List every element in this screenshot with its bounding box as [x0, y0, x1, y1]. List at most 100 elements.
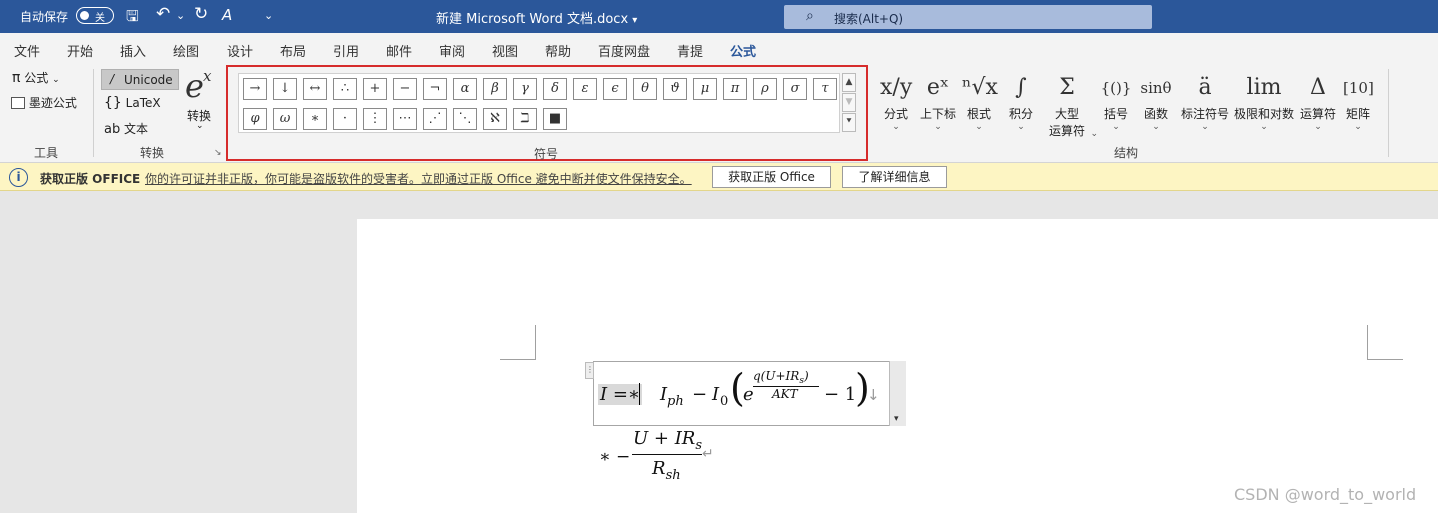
matrix-button[interactable]: [10] 矩阵 ⌄: [1343, 71, 1374, 132]
bracket-icon: {()}: [1100, 79, 1132, 97]
tab-references[interactable]: 引用: [333, 41, 359, 60]
symbol-button[interactable]: β: [483, 78, 507, 100]
integral-icon: ∫: [1015, 75, 1027, 100]
chevron-down-icon: ⌄: [1112, 122, 1120, 132]
autosave-toggle[interactable]: 关: [76, 7, 114, 24]
symbol-button[interactable]: σ: [783, 78, 807, 100]
symbol-button[interactable]: +: [363, 78, 387, 100]
symbol-button[interactable]: α: [453, 78, 477, 100]
symbol-button[interactable]: ■: [543, 108, 567, 130]
symbol-button[interactable]: −: [393, 78, 417, 100]
tab-review[interactable]: 审阅: [439, 41, 465, 60]
info-message-link[interactable]: 你的许可证并非正版，你可能是盗版软件的受害者。立即通过正版 Office 避免中…: [145, 170, 692, 187]
redo-icon[interactable]: ↻: [194, 4, 208, 24]
symbol-button[interactable]: ⋯: [393, 108, 417, 130]
learn-more-button[interactable]: 了解详细信息: [842, 166, 947, 188]
fraction-denominator: Rsh: [652, 458, 681, 483]
large-operator-button[interactable]: Σ 大型 运算符 ⌄: [1042, 71, 1098, 139]
equation-options[interactable]: ▾: [889, 361, 906, 426]
symbol-button[interactable]: ↔: [303, 78, 327, 100]
integral-button[interactable]: ∫ 积分 ⌄: [1004, 71, 1038, 132]
symbol-button[interactable]: δ: [543, 78, 567, 100]
operator-icon: Δ: [1310, 75, 1326, 100]
symbol-button[interactable]: μ: [693, 78, 717, 100]
unicode-button[interactable]: / Unicode: [101, 69, 179, 90]
radical-icon: ⁿ√x: [962, 75, 998, 100]
symbol-button[interactable]: ρ: [753, 78, 777, 100]
info-title: 获取正版 OFFICE: [40, 172, 141, 186]
script-label: 上下标: [919, 107, 956, 121]
get-genuine-office-button[interactable]: 获取正版 Office: [712, 166, 831, 188]
convert-x-icon: x: [203, 67, 212, 85]
term-iph-sub: ph: [667, 394, 684, 409]
large-operator-icon: Σ: [1059, 75, 1075, 100]
gallery-scroll-up-icon[interactable]: ▲: [842, 73, 856, 92]
dialog-launcher-icon[interactable]: ↘: [214, 148, 222, 158]
tab-file[interactable]: 文件: [14, 41, 40, 60]
gallery-scroll-down-icon[interactable]: ▼: [842, 93, 856, 112]
tab-help[interactable]: 帮助: [545, 41, 571, 60]
tab-design[interactable]: 设计: [227, 41, 253, 60]
symbol-button[interactable]: ω: [273, 108, 297, 130]
symbol-button[interactable]: ℵ: [483, 108, 507, 130]
document-title[interactable]: 新建 Microsoft Word 文档.docx ▾: [436, 8, 637, 27]
exp-num-close: ): [803, 369, 809, 383]
symbols-gallery: → ↓ ↔ ∴ + − ¬ α β γ δ ε ϵ θ ϑ μ π ρ σ τ φ ω ∗ · ⋮ ⋯ ⋰ ⋱ ℵ ℶ ■ ▲ ▼ ⯆ 符号: [226, 65, 868, 161]
symbol-button[interactable]: ℶ: [513, 108, 537, 130]
limit-log-button[interactable]: lim 极限和对数 ⌄: [1232, 71, 1296, 132]
symbol-button[interactable]: ¬: [423, 78, 447, 100]
symbol-button[interactable]: →: [243, 78, 267, 100]
tab-home[interactable]: 开始: [67, 41, 93, 60]
tab-baidu-netdisk[interactable]: 百度网盘: [598, 41, 650, 60]
toggle-knob: [80, 11, 89, 20]
undo-icon[interactable]: ↶: [156, 4, 170, 24]
fraction-icon: x/y: [880, 75, 913, 100]
symbol-button[interactable]: τ: [813, 78, 837, 100]
tab-draw[interactable]: 绘图: [173, 41, 199, 60]
symbol-button[interactable]: ⋮: [363, 108, 387, 130]
latex-button[interactable]: {} LaTeX: [104, 95, 161, 111]
operator-button[interactable]: Δ 运算符 ⌄: [1298, 71, 1338, 132]
symbol-button[interactable]: θ: [633, 78, 657, 100]
tab-layout[interactable]: 布局: [280, 41, 306, 60]
tab-qingti[interactable]: 青提: [677, 41, 703, 60]
pi-icon: π: [12, 70, 21, 86]
symbol-button[interactable]: ϵ: [603, 78, 627, 100]
symbol-button[interactable]: π: [723, 78, 747, 100]
symbol-button[interactable]: ∴: [333, 78, 357, 100]
search-placeholder: 搜索(Alt+Q): [834, 12, 904, 26]
symbol-button[interactable]: ϑ: [663, 78, 687, 100]
equation-button[interactable]: π 公式 ⌄: [12, 69, 60, 86]
radical-button[interactable]: ⁿ√x 根式 ⌄: [962, 71, 998, 132]
undo-dropdown-icon[interactable]: ⌄: [176, 9, 185, 22]
symbol-button[interactable]: ⋰: [423, 108, 447, 130]
chevron-down-icon: ⌄: [52, 75, 60, 85]
equation-handle[interactable]: ⋮: [585, 362, 594, 379]
symbol-button[interactable]: ε: [573, 78, 597, 100]
tab-view[interactable]: 视图: [492, 41, 518, 60]
tab-mailings[interactable]: 邮件: [386, 41, 412, 60]
tab-equation[interactable]: 公式: [730, 41, 757, 66]
fraction-bar: [632, 454, 702, 455]
tab-insert[interactable]: 插入: [120, 41, 146, 60]
symbol-button[interactable]: ·: [333, 108, 357, 130]
customize-qat-icon[interactable]: ⌄: [264, 9, 273, 22]
symbol-button[interactable]: ∗: [303, 108, 327, 130]
gallery-expand-icon[interactable]: ⯆: [842, 113, 856, 132]
convert-button[interactable]: e x 转换 ⌄: [183, 65, 219, 133]
accent-button[interactable]: ä 标注符号 ⌄: [1180, 71, 1230, 132]
script-button[interactable]: eˣ 上下标 ⌄: [918, 71, 958, 132]
symbol-button[interactable]: φ: [243, 108, 267, 130]
fraction-button[interactable]: x/y 分式 ⌄: [880, 71, 912, 132]
save-icon[interactable]: 🖫: [126, 6, 139, 31]
ink-equation-button[interactable]: 墨迹公式: [11, 94, 77, 111]
symbol-button[interactable]: γ: [513, 78, 537, 100]
text-button[interactable]: ab 文本: [104, 120, 148, 137]
bracket-button[interactable]: {()} 括号 ⌄: [1098, 71, 1134, 132]
function-button[interactable]: sinθ 函数 ⌄: [1138, 71, 1174, 132]
format-painter-icon[interactable]: A: [222, 6, 232, 24]
function-icon: sinθ: [1140, 79, 1172, 97]
symbol-button[interactable]: ↓: [273, 78, 297, 100]
search-box[interactable]: ⌕ 搜索(Alt+Q): [784, 5, 1152, 29]
symbol-button[interactable]: ⋱: [453, 108, 477, 130]
